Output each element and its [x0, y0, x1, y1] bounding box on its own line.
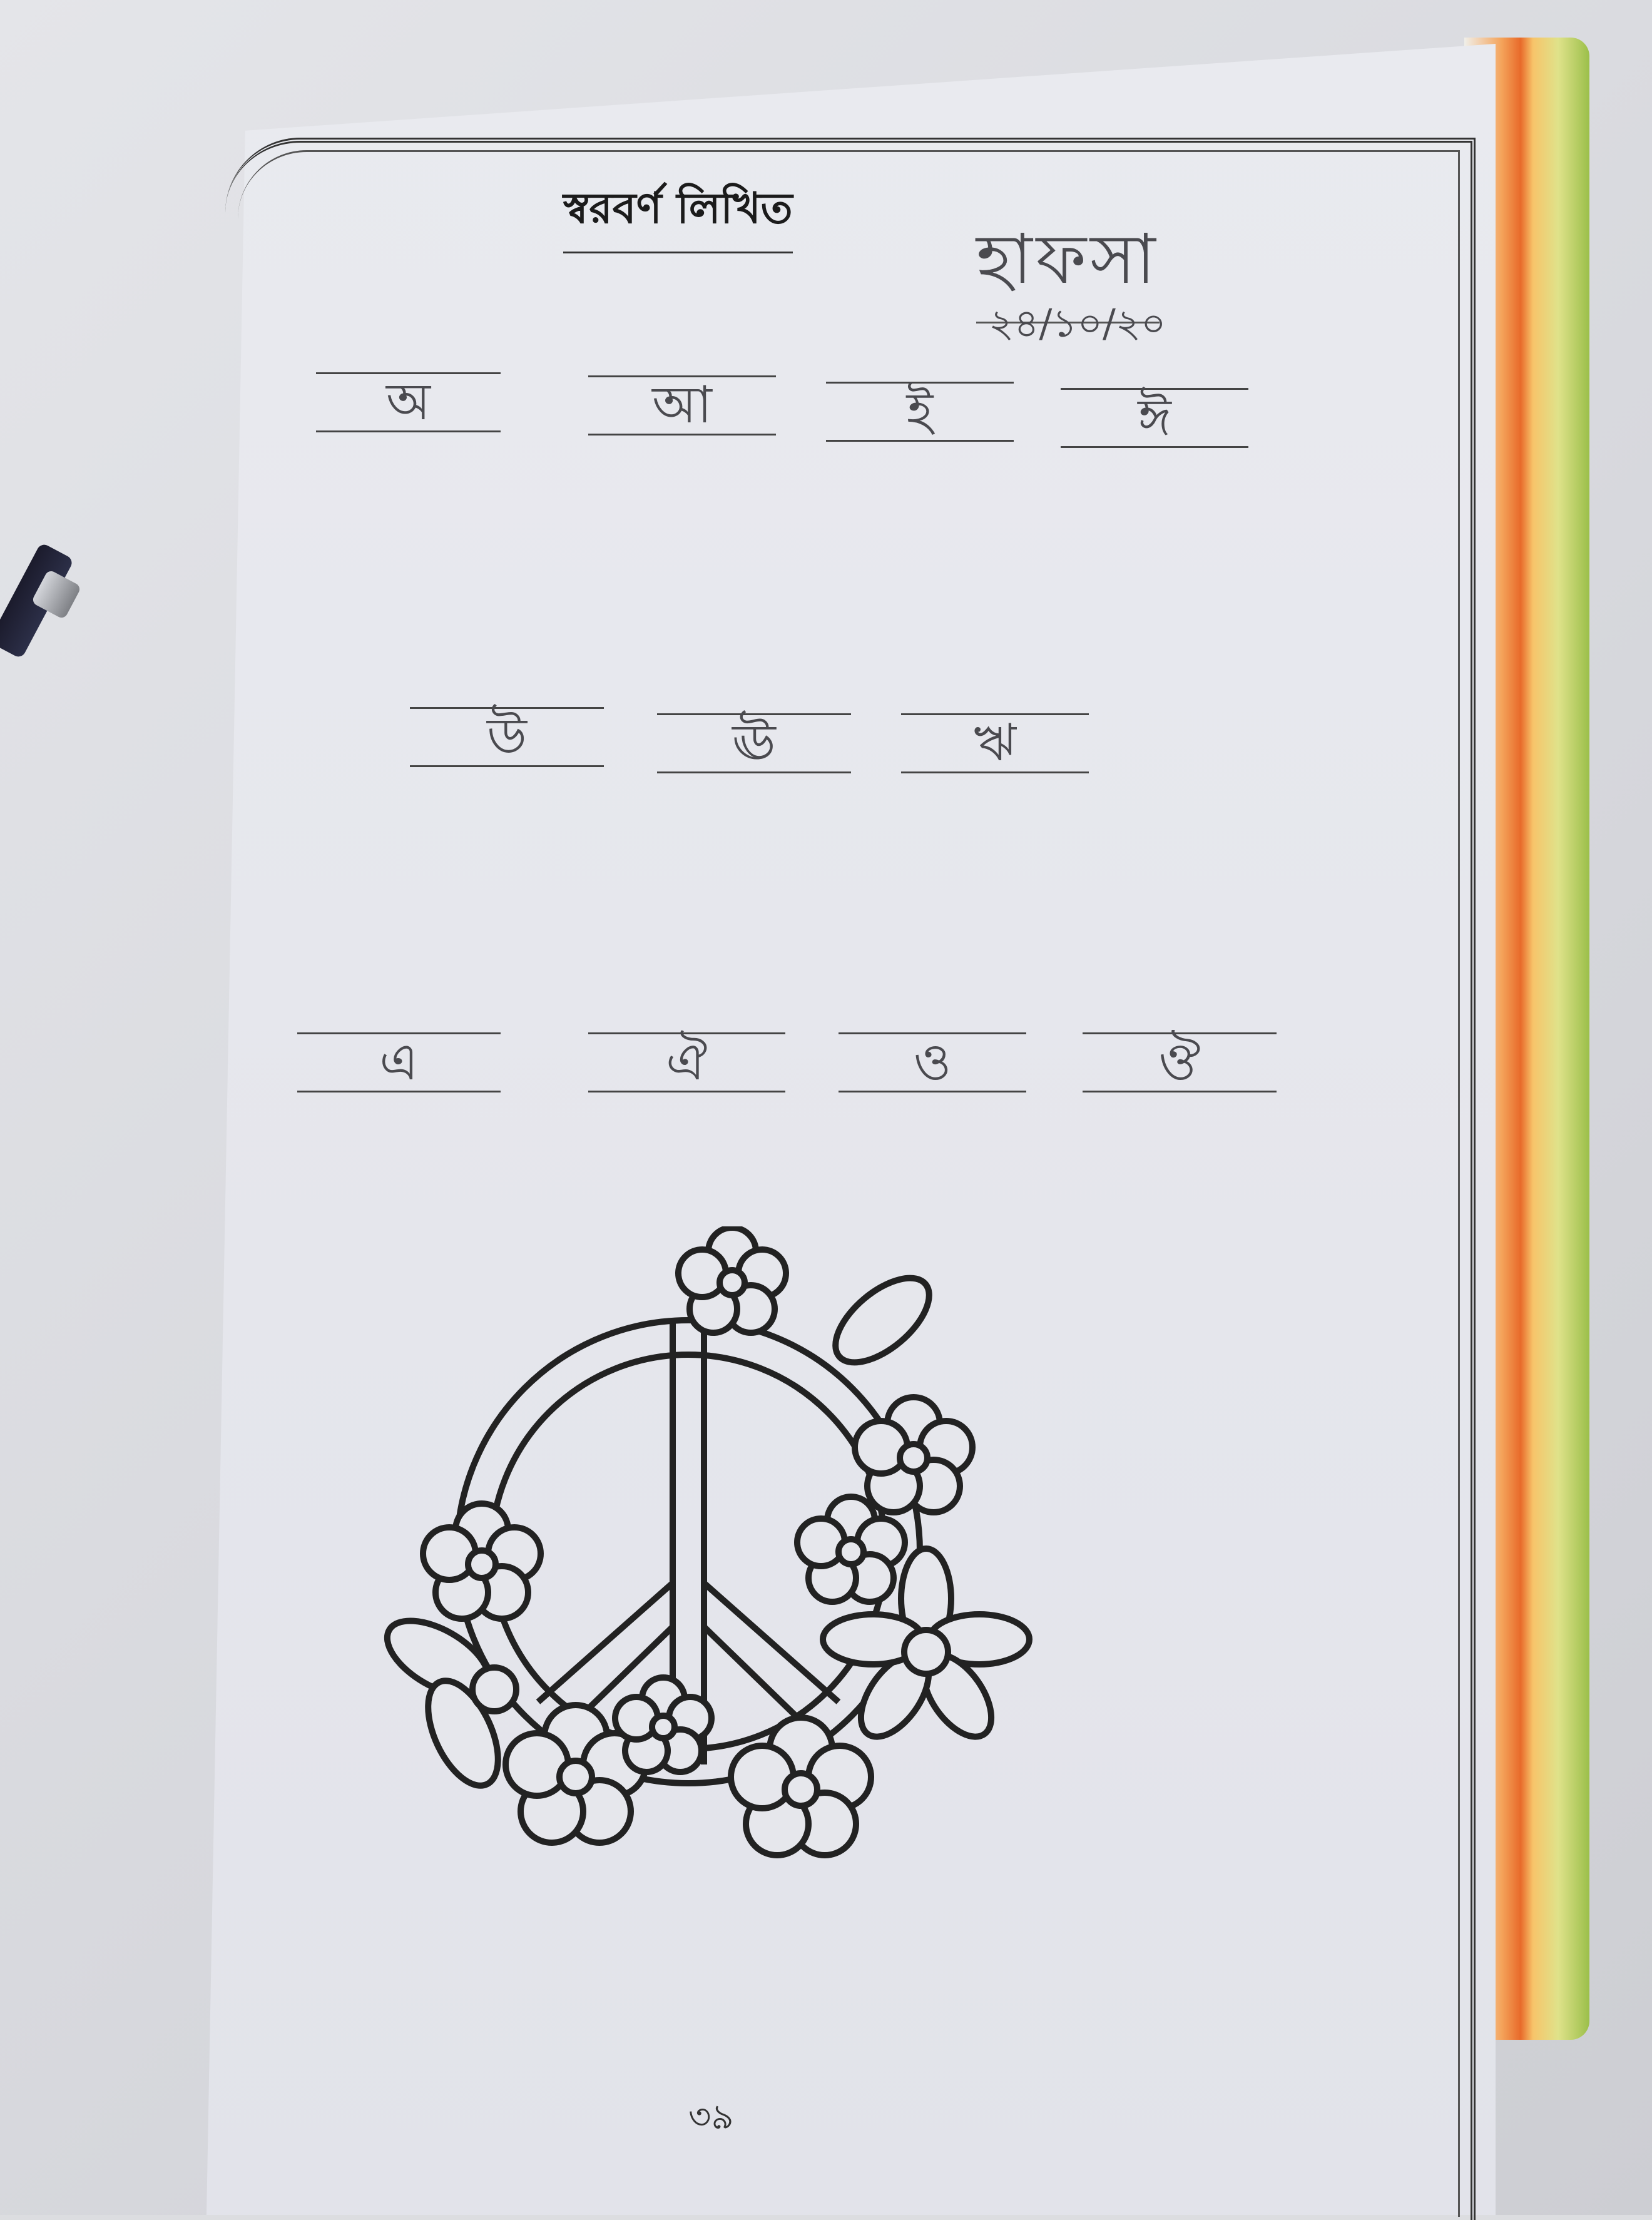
writing-line: ঊ	[657, 713, 851, 773]
writing-line: ঐ	[588, 1032, 785, 1092]
handwritten-letter: অ	[385, 372, 431, 432]
handwritten-letter: এ	[379, 1032, 419, 1092]
writing-line: উ	[410, 707, 604, 767]
handwritten-letter: ঐ	[666, 1032, 708, 1092]
handwritten-letter: উ	[487, 707, 527, 766]
handwritten-letter: ঔ	[1158, 1032, 1201, 1092]
writing-line: ও	[839, 1032, 1026, 1092]
handwritten-letter: আ	[652, 375, 712, 435]
handwritten-letter: ঋ	[974, 713, 1016, 773]
writing-line: ঋ	[901, 713, 1089, 773]
handwritten-letter: ঊ	[732, 713, 776, 773]
writing-line: আ	[588, 375, 776, 435]
page-border-inner	[238, 150, 1460, 2217]
writing-line: ই	[826, 382, 1014, 442]
page-number: ৩৯	[688, 2097, 734, 2137]
page-title: স্বরবর্ণ লিখিত	[563, 175, 793, 253]
handwritten-letter: ঈ	[1138, 388, 1171, 447]
handwritten-letter: ও	[913, 1032, 952, 1092]
handwritten-letter: ই	[906, 382, 934, 441]
writing-line: ঈ	[1061, 388, 1248, 448]
handwritten-date: ২৪/১০/২০	[989, 300, 1166, 346]
writing-line: অ	[316, 372, 501, 432]
writing-line: এ	[297, 1032, 501, 1092]
peace-sign-flowers-illustration	[384, 1226, 1032, 1858]
writing-line: ঔ	[1083, 1032, 1277, 1092]
